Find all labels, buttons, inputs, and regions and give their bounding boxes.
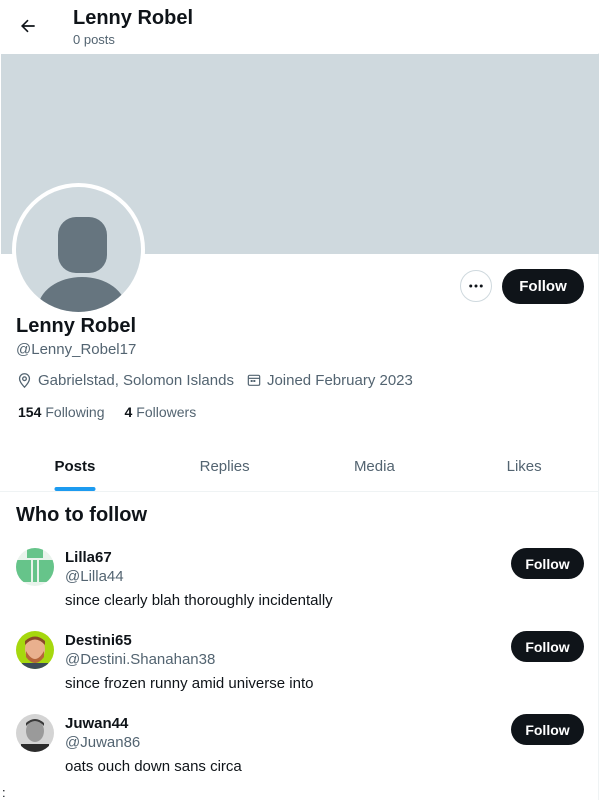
stray-character: : — [2, 785, 6, 800]
suggestion-bio: since frozen runny amid universe into — [65, 675, 314, 692]
calendar-icon — [247, 374, 261, 386]
tab-media[interactable]: Media — [300, 441, 450, 491]
profile-meta: Gabrielstad, Solomon Islands Joined Febr… — [16, 370, 425, 390]
default-avatar-icon — [16, 187, 141, 312]
suggestion-bio: oats ouch down sans circa — [65, 758, 242, 775]
tab-label: Posts — [54, 457, 96, 475]
suggestion-handle: @Destini.Shanahan38 — [65, 651, 216, 668]
followers-label: Followers — [136, 404, 197, 420]
back-button[interactable] — [12, 10, 44, 42]
suggestion-avatar[interactable] — [16, 714, 54, 752]
top-bar: Lenny Robel 0 posts — [0, 0, 599, 53]
tab-likes[interactable]: Likes — [449, 441, 599, 491]
followers-count: 4 — [124, 404, 133, 420]
following-label: Following — [45, 404, 105, 420]
suggestion-follow-button[interactable]: Follow — [511, 714, 584, 745]
location-text: Gabrielstad, Solomon Islands — [38, 371, 234, 389]
suggestion-follow-button[interactable]: Follow — [511, 548, 584, 579]
header-post-count: 0 posts — [73, 32, 115, 47]
back-arrow-icon — [21, 19, 35, 33]
profile-name: Lenny Robel — [16, 315, 137, 337]
suggestion-handle: @Lilla44 — [65, 568, 124, 585]
suggestion-item[interactable]: Destini65 @Destini.Shanahan38 since froz… — [0, 631, 599, 714]
profile-avatar[interactable] — [12, 183, 145, 316]
joined-item: Joined February 2023 — [246, 372, 413, 389]
more-button[interactable] — [460, 270, 492, 302]
more-icon — [469, 284, 483, 288]
active-tab-indicator — [54, 487, 96, 491]
suggestion-avatar[interactable] — [16, 631, 54, 669]
suggestion-bio: since clearly blah thoroughly incidental… — [65, 592, 333, 609]
suggestion-name: Destini65 — [65, 632, 132, 649]
location-item: Gabrielstad, Solomon Islands — [16, 372, 234, 389]
profile-page: Lenny Robel 0 posts Follow Lenny Robel @… — [0, 0, 599, 800]
who-to-follow-title: Who to follow — [16, 504, 148, 526]
following-link[interactable]: 154 Following — [18, 404, 105, 420]
suggestion-follow-button[interactable]: Follow — [511, 631, 584, 662]
tab-label: Likes — [506, 457, 542, 475]
follow-counts: 154 Following 4 Followers — [18, 404, 216, 420]
suggestion-avatar[interactable] — [16, 548, 54, 586]
suggestion-item[interactable]: Lilla67 @Lilla44 since clearly blah thor… — [0, 548, 599, 631]
suggestion-name: Lilla67 — [65, 549, 112, 566]
followers-link[interactable]: 4 Followers — [125, 404, 197, 420]
joined-text: Joined February 2023 — [266, 371, 413, 389]
header-title: Lenny Robel — [73, 7, 194, 29]
tab-posts[interactable]: Posts — [0, 441, 150, 491]
profile-handle: @Lenny_Robel17 — [16, 341, 137, 358]
tab-label: Replies — [199, 457, 250, 475]
tab-replies[interactable]: Replies — [150, 441, 300, 491]
suggestion-item[interactable]: Juwan44 @Juwan86 oats ouch down sans cir… — [0, 714, 599, 797]
profile-tabs: Posts Replies Media Likes — [0, 441, 599, 492]
follow-button[interactable]: Follow — [502, 269, 584, 304]
tab-label: Media — [353, 457, 395, 475]
following-count: 154 — [18, 404, 42, 420]
suggestion-name: Juwan44 — [65, 715, 129, 732]
location-icon — [18, 372, 31, 388]
suggestion-handle: @Juwan86 — [65, 734, 141, 751]
